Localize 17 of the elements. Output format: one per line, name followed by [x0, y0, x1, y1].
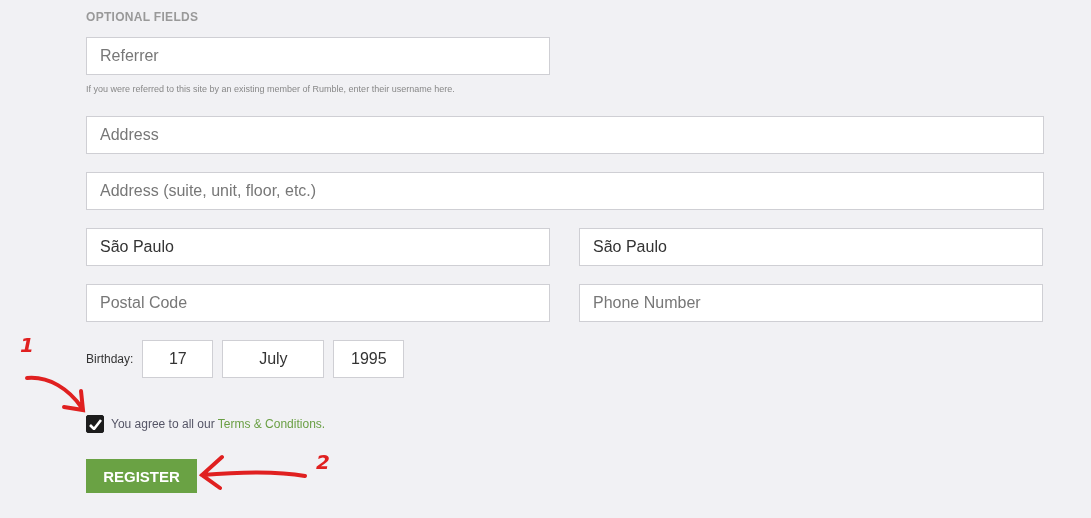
text-field[interactable]: Address (suite, unit, floor, etc.) [86, 172, 1044, 210]
text-field[interactable]: São Paulo [579, 228, 1043, 266]
text-field[interactable]: Postal Code [86, 284, 550, 322]
hint-text: If you were referred to this site by an existing member of Rumble, enter their username here. [86, 84, 456, 94]
year-field[interactable]: 1995 [333, 340, 405, 378]
checkbox[interactable] [86, 415, 104, 433]
text-field[interactable]: São Paulo [86, 228, 550, 266]
month-field[interactable]: July [222, 340, 325, 378]
birthday-label: Birthday: [86, 352, 134, 366]
text-field[interactable]: Address [86, 116, 1044, 154]
day-field[interactable]: 17 [142, 340, 214, 378]
annotation-number: 2 [316, 450, 330, 474]
text-field[interactable]: Referrer [86, 37, 550, 75]
section-title: OPTIONAL FIELDS [86, 10, 200, 26]
annotation-number: 1 [20, 333, 34, 357]
text-field[interactable]: Phone Number [579, 284, 1043, 322]
terms-text: You agree to all our Terms & Conditions. [111, 417, 326, 431]
